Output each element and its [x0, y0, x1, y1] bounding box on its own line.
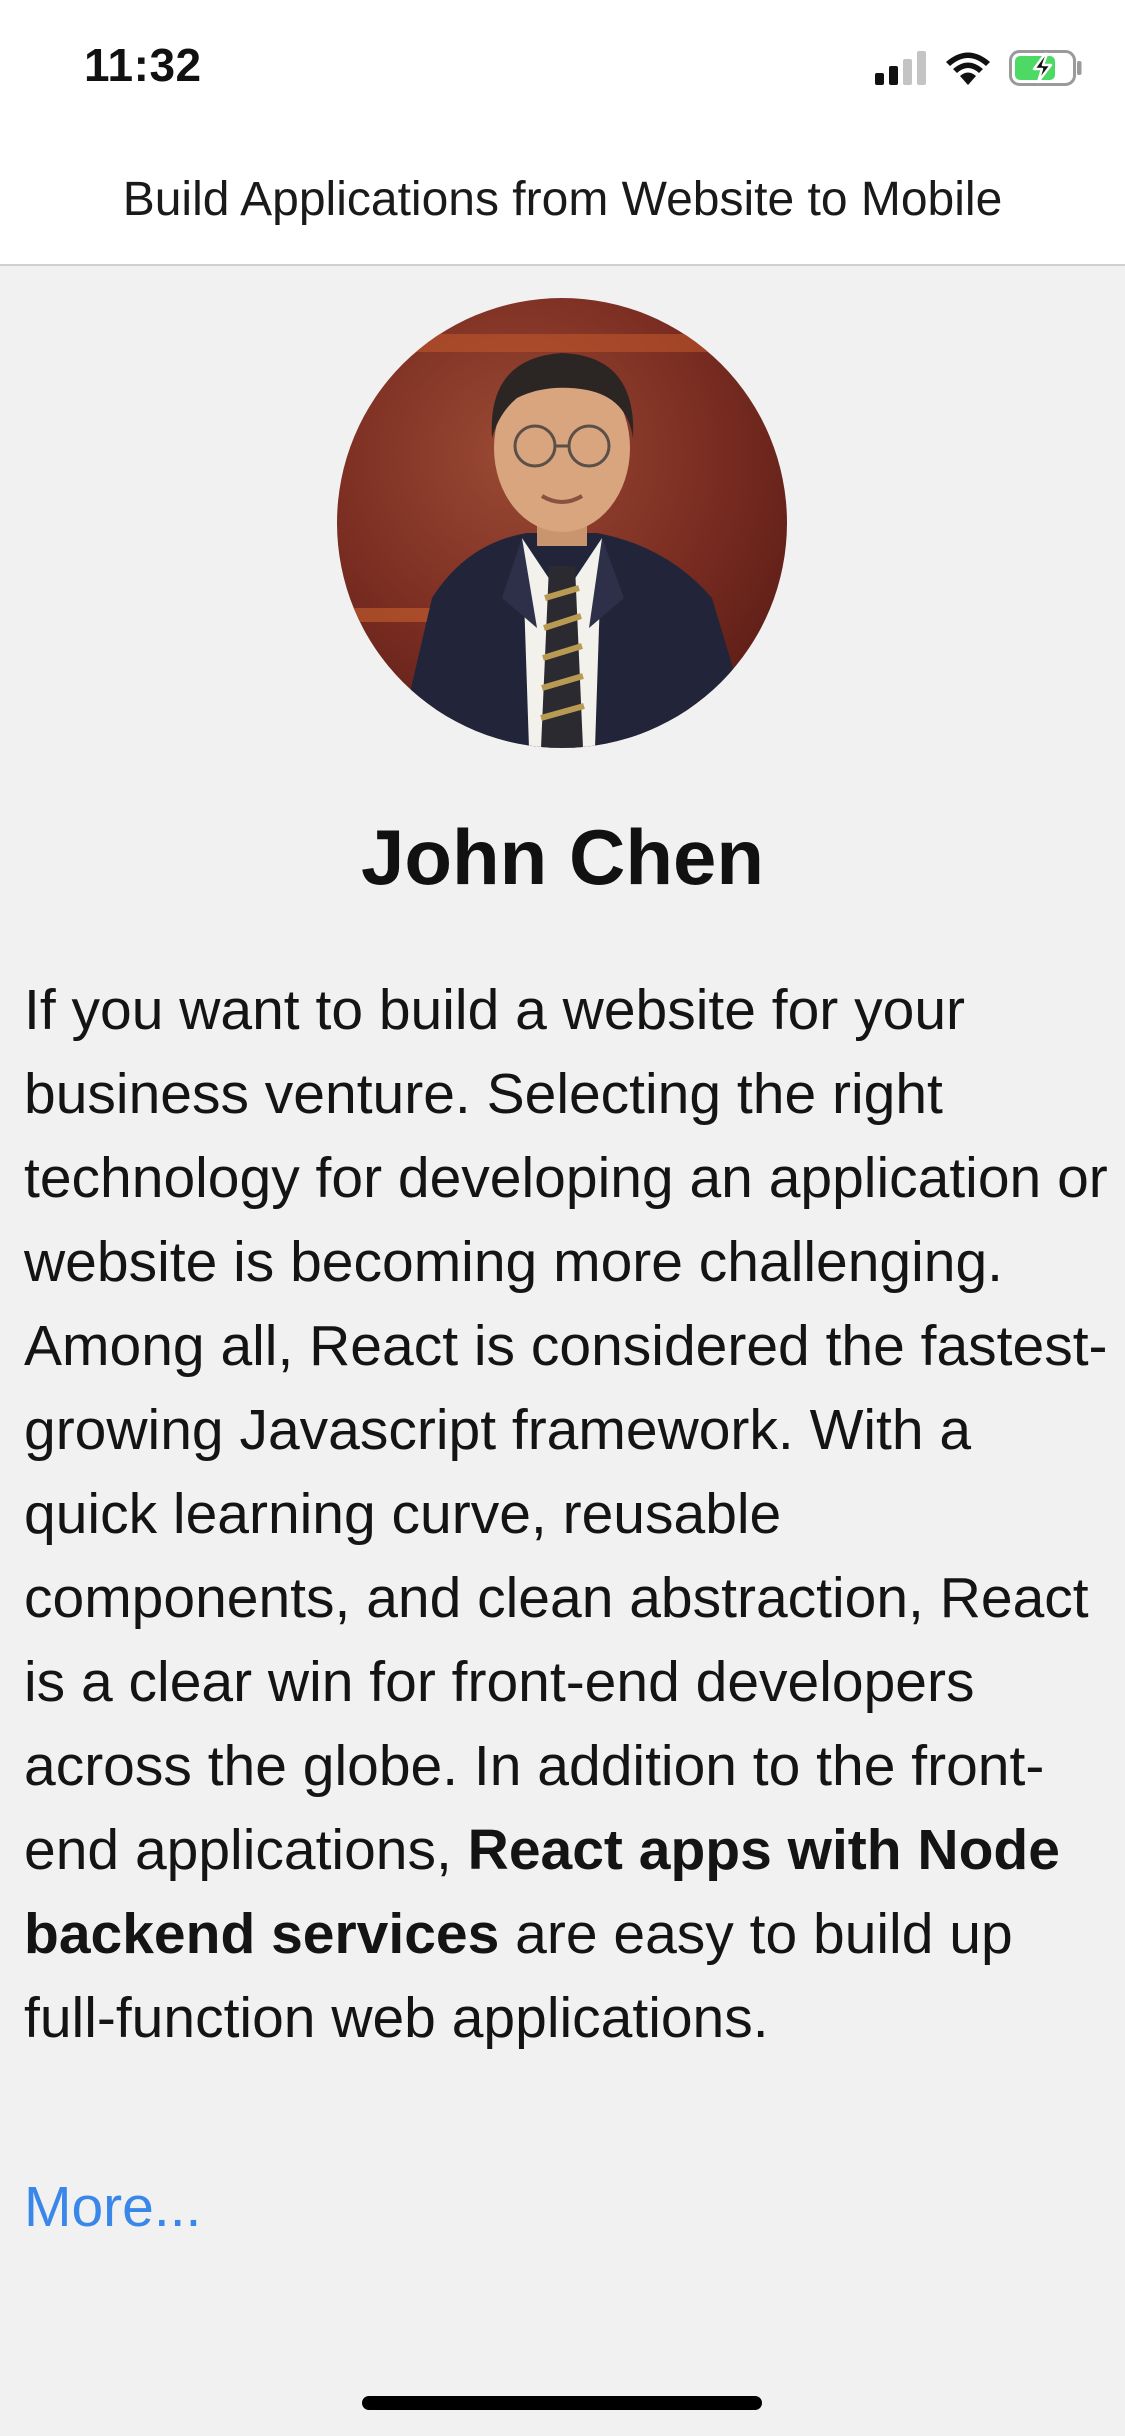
status-bar: 11:32	[0, 0, 1125, 135]
portrait-photo-icon	[337, 298, 787, 748]
battery-charging-icon	[1009, 50, 1082, 86]
profile-name: John Chen	[361, 813, 764, 901]
nav-title: Build Applications from Website to Mobil…	[122, 173, 1003, 226]
status-time: 11:32	[84, 39, 202, 91]
bio-paragraph: If you want to build a website for your …	[24, 968, 1109, 2060]
bio-text-intro: If you want to build a website for your …	[24, 978, 1108, 1882]
wifi-icon	[946, 52, 990, 85]
home-indicator[interactable]	[362, 2396, 762, 2410]
more-link[interactable]: More...	[24, 2174, 201, 2240]
cellular-signal-icon	[875, 51, 926, 85]
status-icons	[875, 46, 1083, 90]
avatar	[337, 298, 787, 748]
nav-bar: Build Applications from Website to Mobil…	[0, 135, 1125, 266]
